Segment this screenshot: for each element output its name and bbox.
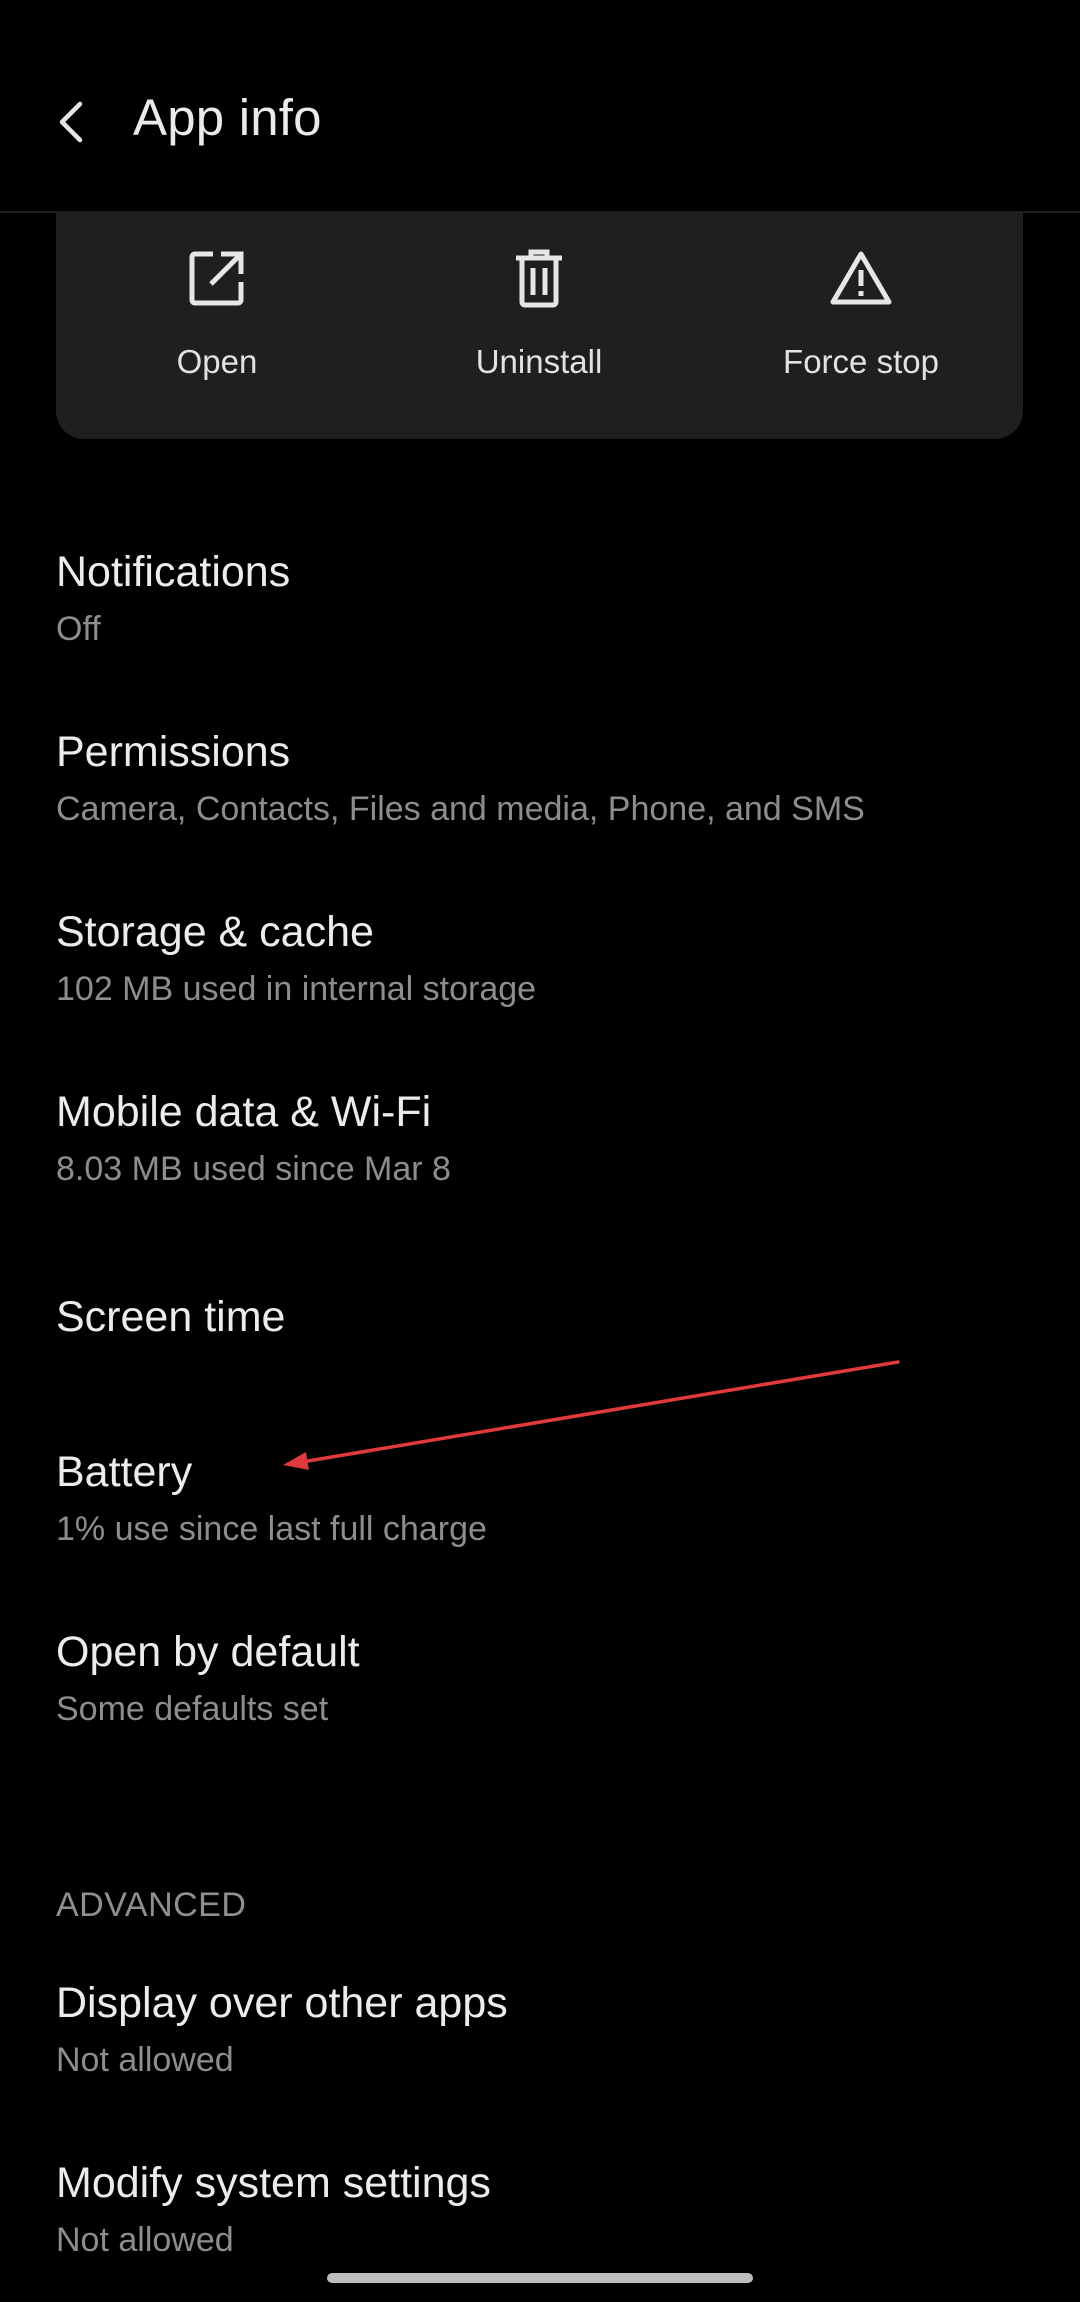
storage-cache-item[interactable]: Storage & cache 102 MB used in internal … <box>56 907 1024 1009</box>
open-label: Open <box>176 343 258 380</box>
app-actions-card: Open Uninstall Force stop <box>56 213 1023 439</box>
uninstall-button[interactable]: Uninstall <box>378 213 700 439</box>
display-over-apps-subtitle: Not allowed <box>56 2040 234 2079</box>
uninstall-label: Uninstall <box>475 343 603 380</box>
mobile-data-title: Mobile data & Wi-Fi <box>56 1088 432 1136</box>
force-stop-button[interactable]: Force stop <box>700 213 1022 439</box>
permissions-item[interactable]: Permissions Camera, Contacts, Files and … <box>56 727 1024 829</box>
notifications-subtitle: Off <box>56 609 101 648</box>
mobile-data-item[interactable]: Mobile data & Wi-Fi 8.03 MB used since M… <box>56 1087 1024 1189</box>
screen-time-item[interactable]: Screen time <box>56 1292 1024 1344</box>
open-by-default-title: Open by default <box>56 1628 360 1676</box>
advanced-section-header: ADVANCED <box>56 1886 247 1924</box>
app-info-screen: App info Open Uninstall Force stop Notif… <box>0 0 1080 2302</box>
storage-cache-title: Storage & cache <box>56 908 374 956</box>
page-title: App info <box>133 89 322 146</box>
app-bar: App info <box>0 0 1080 213</box>
trash-icon <box>516 249 562 308</box>
force-stop-label: Force stop <box>783 343 939 380</box>
battery-item[interactable]: Battery 1% use since last full charge <box>56 1447 1024 1549</box>
battery-subtitle: 1% use since last full charge <box>56 1509 487 1548</box>
open-by-default-item[interactable]: Open by default Some defaults set <box>56 1627 1024 1729</box>
modify-system-settings-subtitle: Not allowed <box>56 2220 234 2259</box>
battery-title: Battery <box>56 1448 193 1496</box>
chevron-left-icon <box>59 101 83 143</box>
notifications-item[interactable]: Notifications Off <box>56 547 1024 649</box>
gesture-nav-handle[interactable] <box>327 2273 753 2283</box>
permissions-subtitle: Camera, Contacts, Files and media, Phone… <box>56 789 865 828</box>
back-button[interactable] <box>44 86 100 158</box>
storage-cache-subtitle: 102 MB used in internal storage <box>56 969 537 1008</box>
notifications-title: Notifications <box>56 548 291 596</box>
permissions-title: Permissions <box>56 728 291 776</box>
open-by-default-subtitle: Some defaults set <box>56 1689 329 1728</box>
screen-time-title: Screen time <box>56 1293 286 1341</box>
open-external-icon <box>189 251 244 306</box>
display-over-apps-title: Display over other apps <box>56 1979 508 2027</box>
mobile-data-subtitle: 8.03 MB used since Mar 8 <box>56 1149 451 1188</box>
warning-triangle-icon <box>830 251 892 305</box>
modify-system-settings-item[interactable]: Modify system settings Not allowed <box>56 2158 1024 2260</box>
open-button[interactable]: Open <box>56 213 378 439</box>
modify-system-settings-title: Modify system settings <box>56 2159 491 2207</box>
display-over-apps-item[interactable]: Display over other apps Not allowed <box>56 1978 1024 2080</box>
